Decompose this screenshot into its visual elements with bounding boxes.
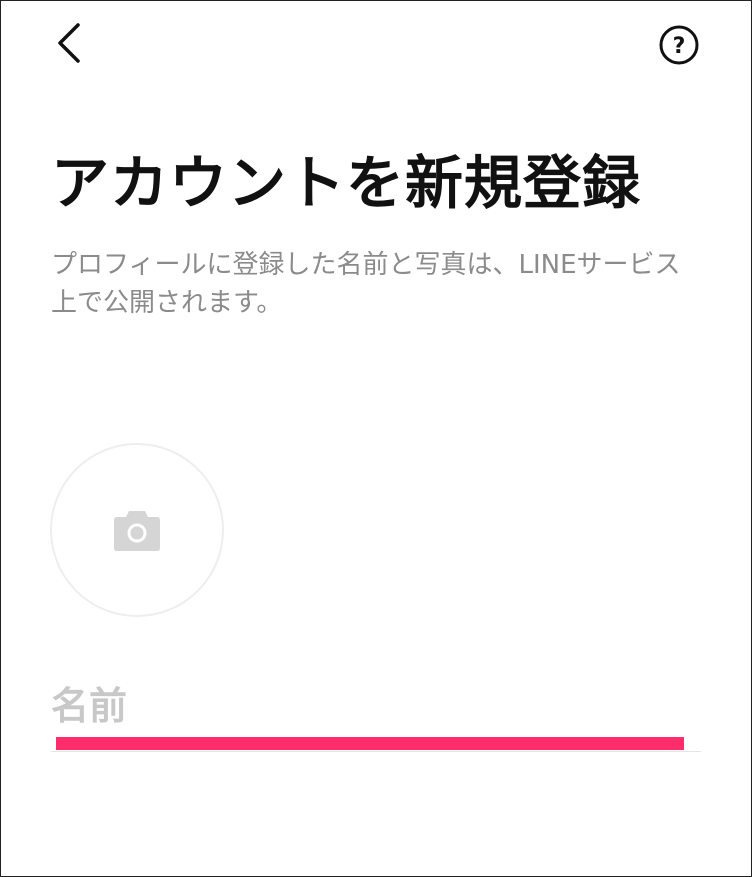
- profile-photo-button[interactable]: [50, 443, 224, 617]
- name-input[interactable]: [51, 731, 701, 752]
- back-button[interactable]: [41, 15, 97, 71]
- chevron-left-icon: [58, 23, 80, 63]
- page-description: プロフィールに登録した名前と写真は、LINEサービス上で公開されます。: [51, 250, 681, 318]
- help-glyph: ?: [673, 34, 686, 59]
- question-circle-icon: ?: [659, 25, 699, 65]
- camera-icon: [114, 511, 160, 551]
- page-title: アカウントを新規登録: [51, 149, 642, 217]
- signup-screen: ? アカウントを新規登録 プロフィールに登録した名前と写真は、LINEサービス上…: [0, 0, 752, 877]
- name-label: 名前: [51, 684, 128, 728]
- help-button[interactable]: ?: [653, 19, 705, 71]
